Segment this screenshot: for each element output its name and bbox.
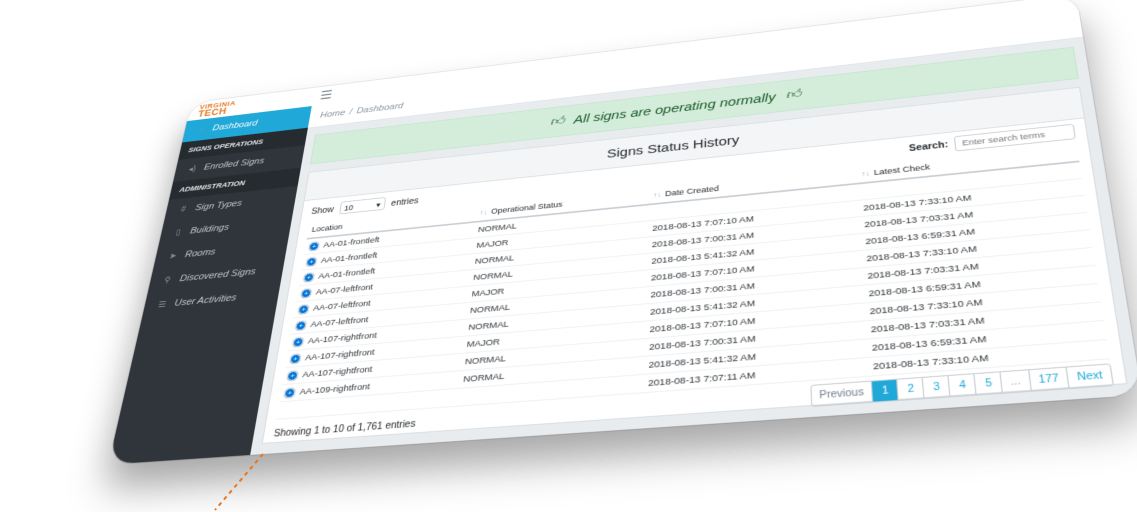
pagination-page-4[interactable]: 4 [947,374,976,397]
breadcrumb-current: Dashboard [355,101,404,116]
building-icon: ▯ [174,227,182,238]
entries-info: Showing 1 to 10 of 1,761 entries [273,418,417,439]
show-label: Show [310,205,335,217]
pagination-page-2[interactable]: 2 [896,377,924,400]
expand-row-icon[interactable]: + [308,241,320,251]
expand-row-icon[interactable]: + [297,303,310,315]
expand-row-icon[interactable]: + [305,256,318,267]
magnifier-icon: ⚲ [163,275,172,285]
sidebar-item-label: Rooms [184,247,217,260]
expand-row-icon[interactable]: + [303,272,315,283]
pagination-page-1[interactable]: 1 [871,379,899,402]
location-text: AA-107-rightfront [301,364,373,380]
expand-row-icon[interactable]: + [300,287,313,299]
sidebar-item-label: Enrolled Signs [203,156,265,173]
location-text: AA-07-leftfront [312,298,372,313]
expand-row-icon[interactable]: + [289,353,302,364]
expand-row-icon[interactable]: + [286,370,299,381]
speedometer-icon: ◔ [197,125,205,135]
sort-icon: ↑↓ [479,208,488,217]
pagination-page-177[interactable]: 177 [1027,367,1069,391]
sidebar-item-label: Discovered Signs [178,266,257,284]
presentation-stage: VIRGINIA TECH ☰ ◔ Dashboard SIGNS OPERAT… [0,0,1137,511]
expand-row-icon[interactable]: + [295,320,307,331]
grid-icon: # [180,204,187,214]
list-icon: ☰ [157,299,168,310]
sort-icon: ↑↓ [653,190,662,200]
app-window: VIRGINIA TECH ☰ ◔ Dashboard SIGNS OPERAT… [108,0,1137,465]
entries-select[interactable]: 10 [338,197,386,215]
expand-row-icon[interactable]: + [292,336,305,347]
entries-label: entries [390,196,420,209]
sidebar-item-label: Sign Types [194,198,243,213]
pagination-page-3[interactable]: 3 [922,376,950,399]
menu-toggle-icon[interactable]: ☰ [319,87,334,103]
pagination-ellipsis: ... [999,370,1031,393]
sidebar-item-label: User Activities [173,292,238,309]
pagination-next[interactable]: Next [1066,364,1113,389]
search-label: Search: [908,139,949,154]
location-text: AA-07-leftfront [309,314,370,330]
volume-icon: ◂) [187,164,197,174]
breadcrumb-separator: / [348,107,353,117]
location-arrow-icon: ➤ [168,251,178,261]
thumbs-up-icon: 👍︎ [549,113,565,129]
location-text: AA-109-rightfront [299,381,371,397]
thumbs-up-icon: 👍︎ [785,86,802,102]
sort-icon: ↑↓ [861,169,870,179]
sidebar-item-label: Dashboard [211,118,259,133]
decorative-dashed-line [214,453,264,511]
expand-row-icon[interactable]: + [283,387,296,398]
alert-text: All signs are operating normally [573,90,776,127]
pagination-page-5[interactable]: 5 [973,372,1003,395]
breadcrumb-home[interactable]: Home [319,108,346,120]
sidebar-item-label: Buildings [189,222,230,236]
pagination-previous[interactable]: Previous [811,382,872,406]
